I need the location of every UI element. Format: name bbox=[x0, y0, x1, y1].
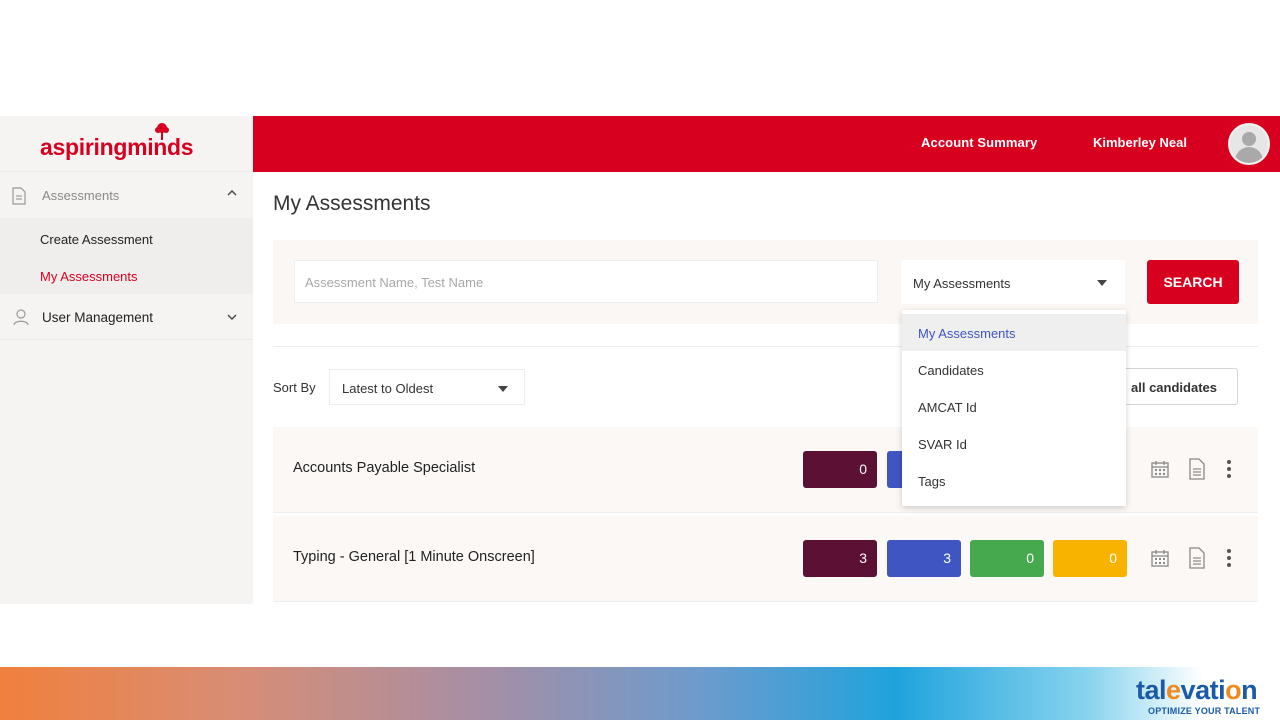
report-icon[interactable] bbox=[1187, 458, 1207, 480]
search-filter-value: My Assessments bbox=[913, 276, 1011, 291]
count-badge-purple[interactable]: 0 bbox=[803, 451, 877, 488]
brand-tagline: OPTIMIZE YOUR TALENT bbox=[1148, 706, 1261, 716]
count-badge-purple[interactable]: 3 bbox=[803, 540, 877, 577]
assessment-row[interactable]: Typing - General [1 Minute Onscreen] 3 3… bbox=[273, 516, 1258, 602]
sidebar-item-create-assessment[interactable]: Create Assessment bbox=[40, 232, 153, 247]
talevation-logo: talevation OPTIMIZE YOUR TALENT bbox=[1134, 672, 1274, 718]
page-title: My Assessments bbox=[273, 192, 431, 215]
more-options-icon[interactable] bbox=[1225, 459, 1233, 479]
assessment-name[interactable]: Accounts Payable Specialist bbox=[293, 460, 475, 476]
view-all-candidates-label: all candidates bbox=[1131, 380, 1217, 395]
caret-down-icon bbox=[1097, 280, 1107, 286]
assessments-submenu: Create Assessment My Assessments bbox=[0, 218, 253, 294]
avatar-body-icon bbox=[1235, 147, 1263, 163]
calendar-icon[interactable] bbox=[1150, 459, 1170, 479]
sidebar-item-label: User Management bbox=[42, 310, 154, 325]
sidebar-item-label: Assessments bbox=[42, 188, 120, 203]
user-icon bbox=[13, 309, 29, 326]
dropdown-option-candidates[interactable]: Candidates bbox=[902, 351, 1126, 388]
sidebar-item-assessments[interactable]: Assessments bbox=[0, 174, 253, 218]
sidebar-item-my-assessments[interactable]: My Assessments bbox=[40, 269, 138, 284]
search-placeholder: Assessment Name, Test Name bbox=[305, 275, 484, 290]
logo-text: aspiringminds bbox=[40, 134, 194, 160]
brand-name: talevation bbox=[1136, 675, 1258, 705]
sort-select[interactable]: Latest to Oldest bbox=[329, 369, 525, 405]
dropdown-option-tags[interactable]: Tags bbox=[902, 462, 1126, 499]
search-input[interactable]: Assessment Name, Test Name bbox=[294, 260, 878, 303]
search-filter-dropdown: My Assessments Candidates AMCAT Id SVAR … bbox=[902, 310, 1126, 506]
assessment-name[interactable]: Typing - General [1 Minute Onscreen] bbox=[293, 549, 535, 565]
chevron-down-icon bbox=[227, 314, 237, 320]
dropdown-option-my-assessments[interactable]: My Assessments bbox=[902, 314, 1126, 351]
sidebar-item-user-management[interactable]: User Management bbox=[0, 296, 253, 340]
avatar-head-icon bbox=[1242, 132, 1256, 146]
sort-value: Latest to Oldest bbox=[342, 381, 434, 396]
view-all-candidates-button[interactable]: all candidates bbox=[1110, 368, 1238, 405]
top-header: Account Summary Kimberley Neal bbox=[253, 116, 1280, 172]
dropdown-option-amcat-id[interactable]: AMCAT Id bbox=[902, 388, 1126, 425]
user-name-link[interactable]: Kimberley Neal bbox=[1093, 135, 1187, 150]
footer-band bbox=[0, 667, 1280, 720]
logo[interactable]: aspiringminds bbox=[0, 116, 253, 172]
document-icon bbox=[12, 187, 26, 205]
caret-down-icon bbox=[498, 386, 508, 392]
dropdown-option-svar-id[interactable]: SVAR Id bbox=[902, 425, 1126, 462]
search-button[interactable]: SEARCH bbox=[1147, 260, 1239, 304]
calendar-icon[interactable] bbox=[1150, 548, 1170, 568]
count-badge-green[interactable]: 0 bbox=[970, 540, 1044, 577]
app-window: aspiringminds Assessments Create Assessm… bbox=[0, 0, 1280, 720]
avatar[interactable] bbox=[1228, 123, 1270, 165]
count-badge-blue[interactable]: 3 bbox=[887, 540, 961, 577]
search-filter-select[interactable]: My Assessments bbox=[901, 260, 1125, 304]
account-summary-link[interactable]: Account Summary bbox=[921, 135, 1037, 150]
chevron-up-icon bbox=[227, 190, 237, 196]
sort-label: Sort By bbox=[273, 380, 316, 395]
sidebar: aspiringminds Assessments Create Assessm… bbox=[0, 116, 253, 604]
more-options-icon[interactable] bbox=[1225, 548, 1233, 568]
count-badge-yellow[interactable]: 0 bbox=[1053, 540, 1127, 577]
report-icon[interactable] bbox=[1187, 547, 1207, 569]
